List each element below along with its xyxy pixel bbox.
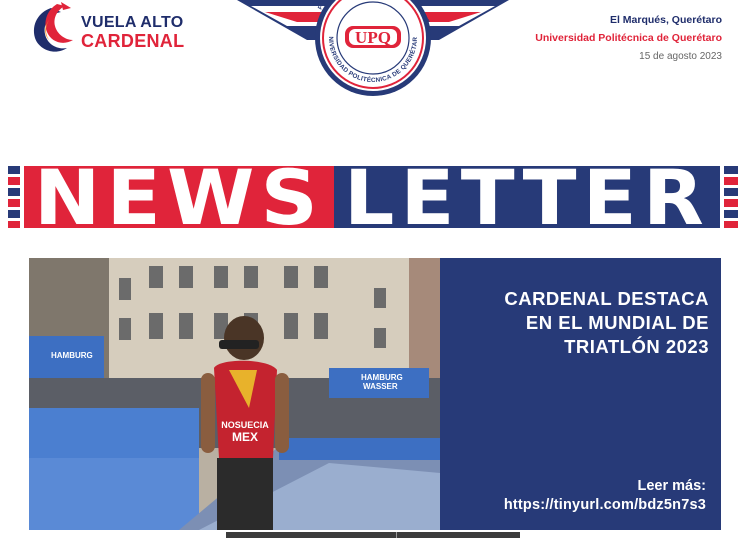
read-more-link[interactable]: https://tinyurl.com/bdz5n7s3 [504,496,706,515]
header-info: El Marqués, Querétaro Universidad Polité… [535,14,722,62]
photo-sign-hamburg: HAMBURG [361,373,403,382]
hero-article[interactable]: HAMBURG HAMBURG WASSER NOSUECIA MEX 1714 [29,258,721,530]
jersey-country: MEX [232,430,258,444]
photo-sign-wasser: WASSER [363,382,398,391]
read-more-label: Leer más: [637,478,706,494]
location-text: El Marqués, Querétaro [609,14,722,26]
banner-word-news: NEWS [34,166,324,228]
banner-word-letter: LETTER [344,166,710,228]
jersey-name: NOSUECIA [221,420,269,430]
athlete-photo: HAMBURG HAMBURG WASSER NOSUECIA MEX 1714 [29,258,440,530]
photo-sign-text: HAMBURG [51,351,93,360]
upq-seal: UNIVERSIDAD POLITÉCNICA DE QUERÉTARO FOR… [234,0,509,100]
headline-line-3: TRIATLÓN 2023 [564,336,709,357]
issue-date: 15 de agosto 2023 [639,51,722,62]
brand-tagline-bottom: CARDENAL [81,31,185,51]
headline-line-1: CARDENAL DESTACA [504,288,709,309]
university-name: Universidad Politécnica de Querétaro [535,32,722,44]
headline-panel: CARDENAL DESTACA EN EL MUNDIAL DE TRIATL… [440,258,721,530]
brand-logo: VUELA ALTO CARDENAL [27,2,207,58]
read-more[interactable]: Leer más: https://tinyurl.com/bdz5n7s3 [504,477,706,515]
cardinal-bird-icon [33,2,73,52]
brand-tagline-top: VUELA ALTO [81,14,184,31]
headline-line-2: EN EL MUNDIAL DE [525,312,709,333]
seal-upq-logo: UPQ [355,28,391,47]
bottom-divider [226,532,520,538]
article-headline: CARDENAL DESTACA EN EL MUNDIAL DE TRIATL… [454,287,709,359]
newsletter-banner: NEWS LETTER [8,153,738,242]
